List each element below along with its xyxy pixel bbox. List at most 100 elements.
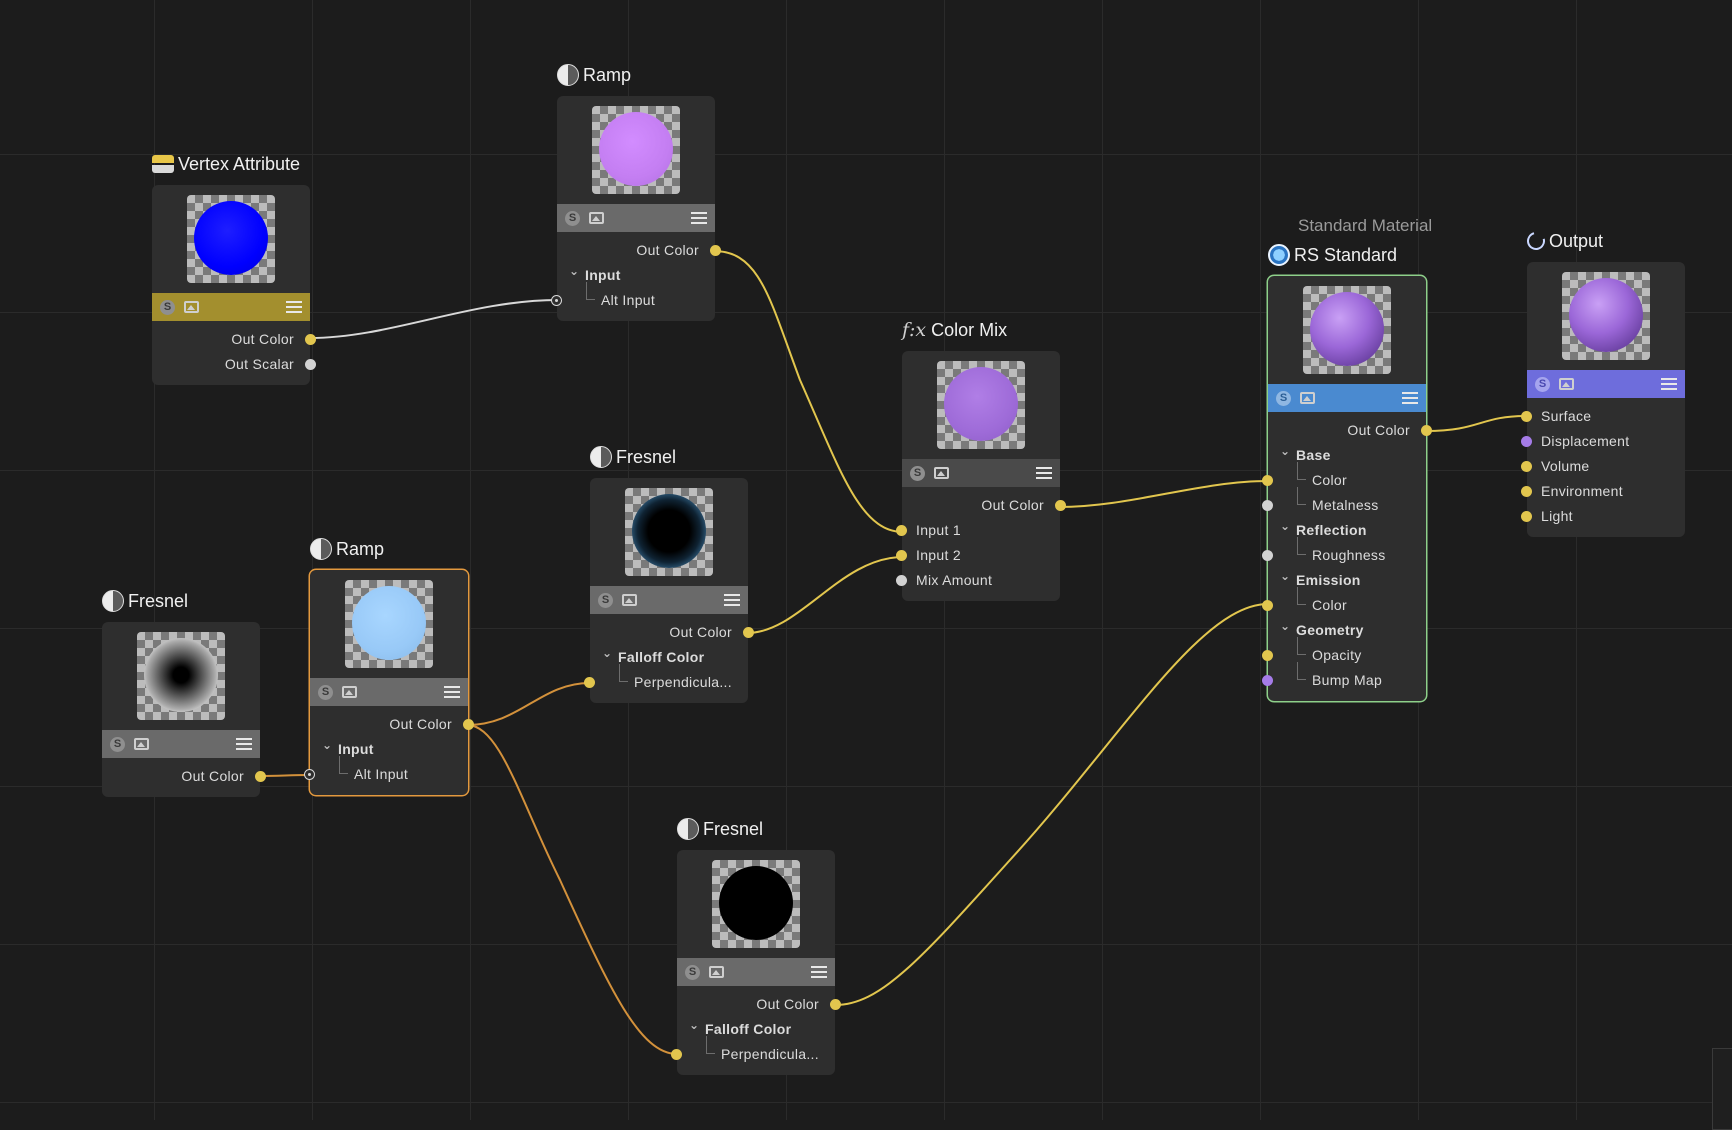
port-out-color[interactable]: Out Color — [677, 992, 841, 1017]
input-socket[interactable] — [1262, 475, 1273, 486]
group-emission[interactable]: Emission — [1268, 564, 1426, 593]
fresnel-node-left[interactable]: Fresnel S Out Color — [102, 590, 266, 797]
output-socket[interactable] — [830, 999, 841, 1010]
solo-icon[interactable]: S — [910, 465, 925, 481]
port-perpendicular[interactable]: Perpendicula... — [584, 664, 748, 695]
port-input-2[interactable]: Input 2 — [896, 543, 1060, 568]
input-socket[interactable] — [1262, 600, 1273, 611]
input-socket[interactable] — [1521, 511, 1532, 522]
input-socket[interactable] — [1521, 436, 1532, 447]
input-socket[interactable] — [896, 525, 907, 536]
menu-icon[interactable] — [724, 594, 740, 606]
color-mix-node[interactable]: f:x Color Mix S Out Color Input 1 Input 2… — [896, 319, 1066, 601]
port-alt-input[interactable]: Alt Input — [304, 756, 468, 787]
preview-toggle-icon[interactable] — [709, 966, 724, 978]
input-socket[interactable] — [1521, 486, 1532, 497]
port-out-color[interactable]: Out Color — [902, 493, 1066, 518]
preview-toggle-icon[interactable] — [134, 738, 149, 750]
ramp-node-mid[interactable]: Ramp S Out Color Input Alt Input — [304, 538, 474, 795]
fresnel-node-mid[interactable]: Fresnel S Out Color Falloff Color Perpen… — [584, 446, 754, 703]
port-label: Color — [1312, 597, 1347, 613]
port-alt-input[interactable]: Alt Input — [551, 282, 715, 313]
group-reflection[interactable]: Reflection — [1268, 514, 1426, 543]
preview-toggle-icon[interactable] — [589, 212, 604, 224]
output-node[interactable]: Output S Surface Displacement Volume Env… — [1521, 228, 1685, 537]
input-socket[interactable] — [671, 1049, 682, 1060]
group-base[interactable]: Base — [1268, 439, 1426, 468]
solo-icon[interactable]: S — [110, 736, 125, 752]
output-socket[interactable] — [1421, 425, 1432, 436]
group-input[interactable]: Input — [557, 259, 715, 288]
navigator-corner[interactable] — [1712, 1048, 1732, 1130]
solo-icon[interactable]: S — [565, 210, 580, 226]
port-out-color[interactable]: Out Color — [310, 712, 474, 737]
output-socket[interactable] — [255, 771, 266, 782]
rs-standard-node[interactable]: Standard Material RS Standard S Out Colo… — [1262, 216, 1432, 701]
menu-icon[interactable] — [811, 966, 827, 978]
input-socket[interactable] — [584, 677, 595, 688]
port-out-color[interactable]: Out Color — [557, 238, 721, 263]
input-socket[interactable] — [1262, 500, 1273, 511]
fresnel-node-bottom[interactable]: Fresnel S Out Color Falloff Color Perpen… — [671, 818, 841, 1075]
group-geometry[interactable]: Geometry — [1268, 614, 1426, 643]
solo-icon[interactable]: S — [1535, 376, 1550, 392]
input-socket[interactable] — [896, 550, 907, 561]
port-out-scalar[interactable]: Out Scalar — [152, 352, 316, 377]
preview-toggle-icon[interactable] — [184, 301, 199, 313]
output-socket[interactable] — [305, 359, 316, 370]
preview-toggle-icon[interactable] — [1300, 392, 1315, 404]
solo-icon[interactable]: S — [318, 684, 333, 700]
port-emission-color[interactable]: Color — [1262, 587, 1426, 618]
port-bump-map[interactable]: Bump Map — [1262, 662, 1426, 693]
preview-toggle-icon[interactable] — [934, 467, 949, 479]
preview-toggle-icon[interactable] — [622, 594, 637, 606]
input-socket[interactable] — [1521, 461, 1532, 472]
output-socket[interactable] — [710, 245, 721, 256]
output-socket[interactable] — [1055, 500, 1066, 511]
port-roughness[interactable]: Roughness — [1262, 537, 1426, 568]
preview-toggle-icon[interactable] — [342, 686, 357, 698]
port-perpendicular[interactable]: Perpendicula... — [671, 1036, 835, 1067]
port-light[interactable]: Light — [1521, 504, 1685, 529]
group-falloff-color[interactable]: Falloff Color — [677, 1013, 835, 1042]
solo-icon[interactable]: S — [685, 964, 700, 980]
menu-icon[interactable] — [691, 212, 707, 224]
input-socket[interactable] — [304, 769, 315, 780]
port-out-color[interactable]: Out Color — [1268, 418, 1432, 443]
port-mix-amount[interactable]: Mix Amount — [896, 568, 1060, 593]
port-out-color[interactable]: Out Color — [590, 620, 754, 645]
port-input-1[interactable]: Input 1 — [896, 518, 1060, 543]
solo-icon[interactable]: S — [160, 299, 175, 315]
port-base-color[interactable]: Color — [1262, 462, 1426, 493]
menu-icon[interactable] — [1036, 467, 1052, 479]
preview-toggle-icon[interactable] — [1559, 378, 1574, 390]
port-opacity[interactable]: Opacity — [1262, 637, 1426, 668]
output-socket[interactable] — [305, 334, 316, 345]
menu-icon[interactable] — [1661, 378, 1677, 390]
output-socket[interactable] — [743, 627, 754, 638]
ramp-node-top[interactable]: Ramp S Out Color Input Alt Input — [551, 64, 721, 321]
input-socket[interactable] — [1262, 675, 1273, 686]
port-displacement[interactable]: Displacement — [1521, 429, 1685, 454]
output-socket[interactable] — [463, 719, 474, 730]
group-input[interactable]: Input — [310, 733, 468, 762]
group-falloff-color[interactable]: Falloff Color — [590, 641, 748, 670]
solo-icon[interactable]: S — [1276, 390, 1291, 406]
menu-icon[interactable] — [236, 738, 252, 750]
port-out-color[interactable]: Out Color — [102, 764, 266, 789]
vertex-attribute-node[interactable]: Vertex Attribute S Out Color Out Scalar — [152, 154, 316, 385]
input-socket[interactable] — [551, 295, 562, 306]
menu-icon[interactable] — [286, 301, 302, 313]
solo-icon[interactable]: S — [598, 592, 613, 608]
input-socket[interactable] — [1521, 411, 1532, 422]
port-metalness[interactable]: Metalness — [1262, 487, 1426, 518]
input-socket[interactable] — [896, 575, 907, 586]
menu-icon[interactable] — [444, 686, 460, 698]
input-socket[interactable] — [1262, 550, 1273, 561]
port-environment[interactable]: Environment — [1521, 479, 1685, 504]
port-surface[interactable]: Surface — [1521, 404, 1685, 429]
input-socket[interactable] — [1262, 650, 1273, 661]
port-volume[interactable]: Volume — [1521, 454, 1685, 479]
menu-icon[interactable] — [1402, 392, 1418, 404]
port-out-color[interactable]: Out Color — [152, 327, 316, 352]
